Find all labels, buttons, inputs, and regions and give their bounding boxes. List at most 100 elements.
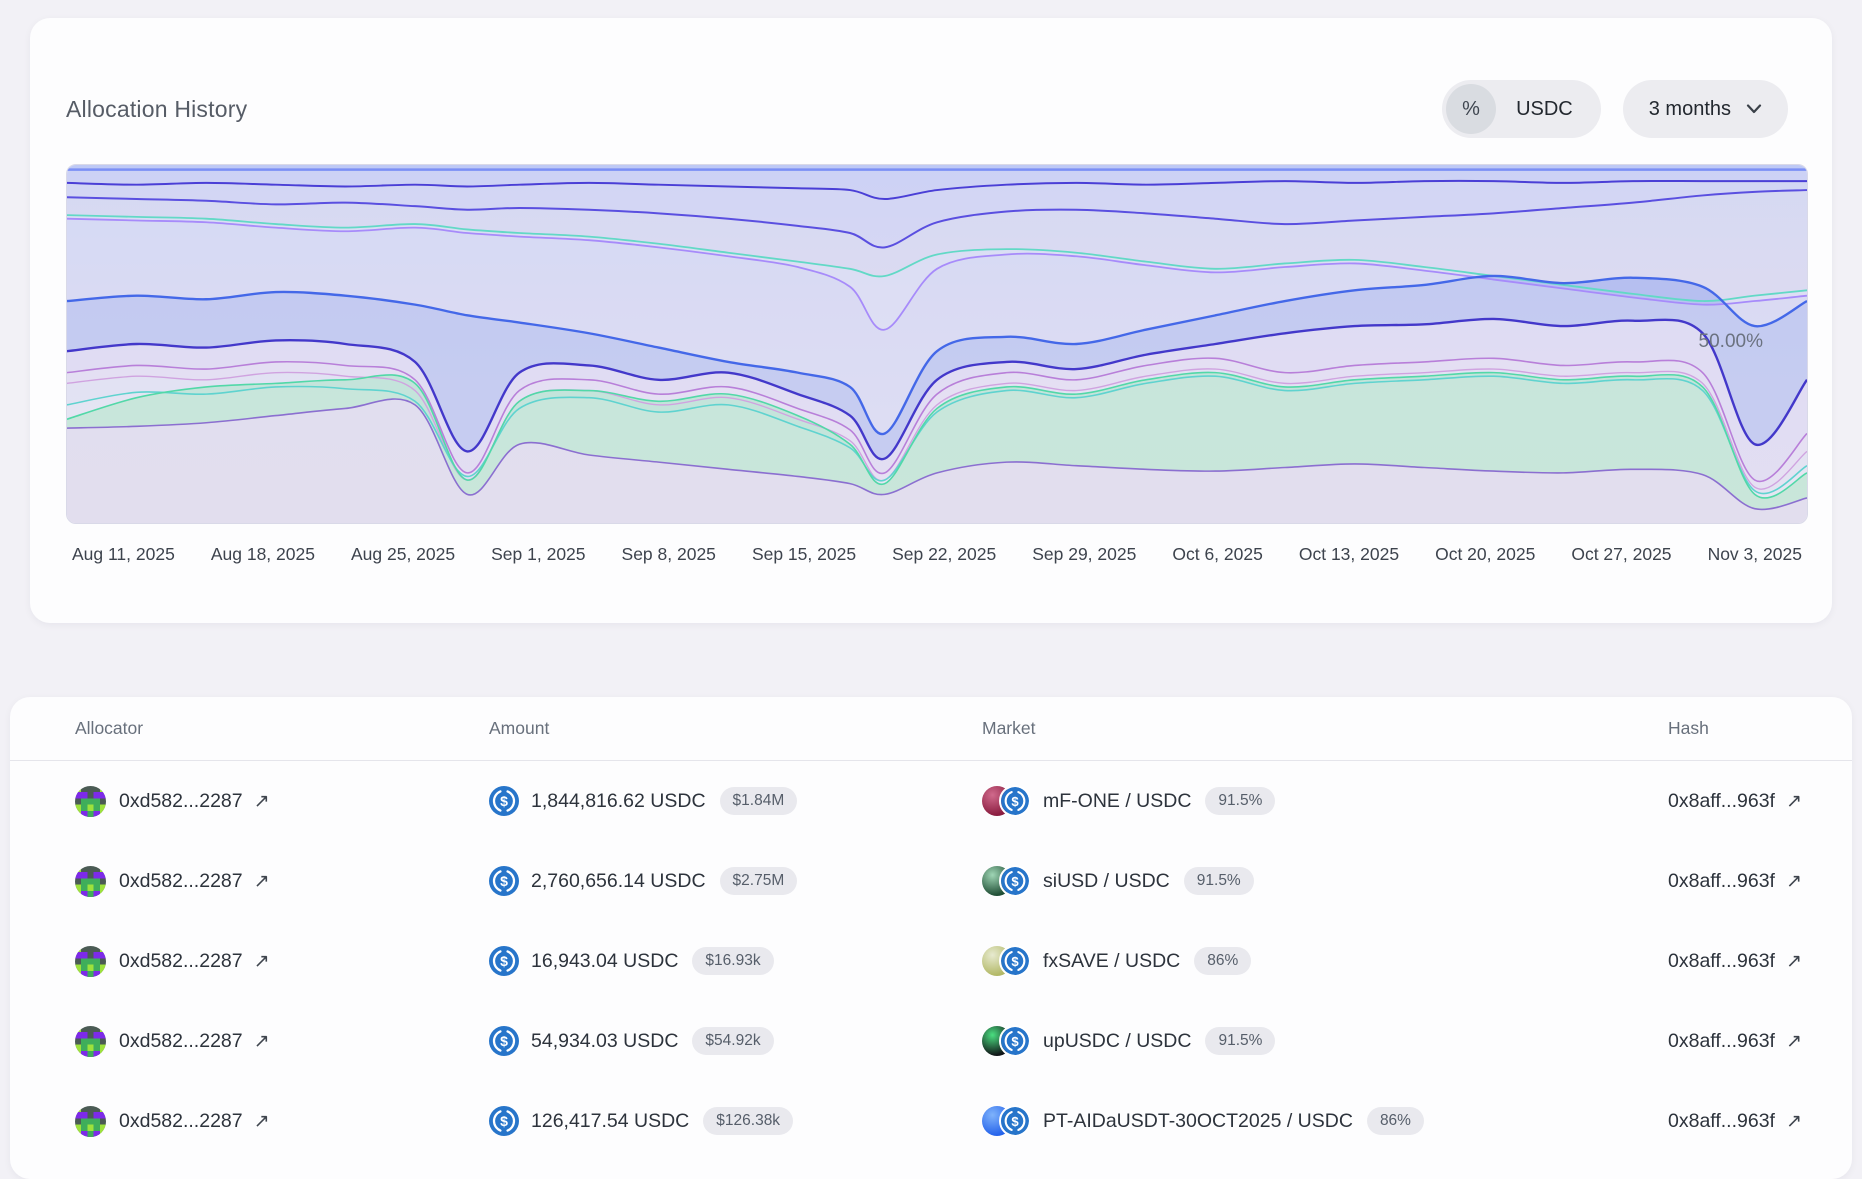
stream-chart-canvas xyxy=(67,165,1807,523)
x-axis-tick: Nov 3, 2025 xyxy=(1708,544,1802,565)
amount-usd-badge: $2.75M xyxy=(720,867,798,895)
column-header-market: Market xyxy=(982,718,1668,739)
usdc-icon: $ xyxy=(999,865,1031,897)
market-allocation-badge: 86% xyxy=(1194,947,1251,975)
allocator-link[interactable]: 0xd582...2287 ↗ xyxy=(119,1110,270,1133)
external-link-icon: ↗ xyxy=(254,790,270,813)
amount-value: 2,760,656.14 USDC xyxy=(531,870,706,893)
market-allocation-badge: 86% xyxy=(1367,1107,1424,1135)
external-link-icon: ↗ xyxy=(254,950,270,973)
amount-usd-badge: $126.38k xyxy=(703,1107,793,1135)
svg-text:$: $ xyxy=(1011,794,1019,809)
usdc-icon: $ xyxy=(999,1025,1031,1057)
x-axis-tick: Oct 6, 2025 xyxy=(1172,544,1262,565)
hash-link[interactable]: 0x8aff...963f ↗ xyxy=(1668,950,1802,973)
amount-value: 1,844,816.62 USDC xyxy=(531,790,706,813)
svg-text:$: $ xyxy=(500,793,508,809)
allocations-table-card: Allocator Amount Market Hash 0xd582...22… xyxy=(10,697,1852,1179)
svg-text:$: $ xyxy=(500,1113,508,1129)
allocator-address: 0xd582...2287 xyxy=(119,1110,243,1133)
x-axis-tick: Sep 8, 2025 xyxy=(622,544,716,565)
svg-text:$: $ xyxy=(1011,954,1019,969)
market-icon-pair: $ xyxy=(982,945,1031,977)
allocation-stream-chart[interactable]: 50.00% xyxy=(66,164,1808,524)
svg-text:$: $ xyxy=(1011,1114,1019,1129)
hash-value: 0x8aff...963f xyxy=(1668,1110,1775,1133)
x-axis-tick: Sep 29, 2025 xyxy=(1032,544,1136,565)
allocator-avatar xyxy=(75,946,106,977)
x-axis-tick: Aug 11, 2025 xyxy=(72,544,175,565)
x-axis-tick: Oct 20, 2025 xyxy=(1435,544,1535,565)
allocator-link[interactable]: 0xd582...2287 ↗ xyxy=(119,1030,270,1053)
x-axis-tick: Sep 1, 2025 xyxy=(491,544,585,565)
market-icon-pair: $ xyxy=(982,1105,1031,1137)
card-title: Allocation History xyxy=(66,96,247,123)
external-link-icon: ↗ xyxy=(1786,950,1802,973)
table-row: 0xd582...2287 ↗ $ 16,943.04 USDC $16.93k xyxy=(10,921,1852,1001)
table-body: 0xd582...2287 ↗ $ 1,844,816.62 USDC $1.8… xyxy=(10,761,1852,1161)
hash-link[interactable]: 0x8aff...963f ↗ xyxy=(1668,1110,1802,1133)
market-name: PT-AIDaUSDT-30OCT2025 / USDC xyxy=(1043,1110,1353,1133)
x-axis-tick: Oct 13, 2025 xyxy=(1299,544,1399,565)
table-row: 0xd582...2287 ↗ $ 2,760,656.14 USDC $2.7… xyxy=(10,841,1852,921)
svg-text:$: $ xyxy=(500,953,508,969)
table-row: 0xd582...2287 ↗ $ 1,844,816.62 USDC $1.8… xyxy=(10,761,1852,841)
svg-text:$: $ xyxy=(1011,1034,1019,1049)
market-name: fxSAVE / USDC xyxy=(1043,950,1180,973)
external-link-icon: ↗ xyxy=(1786,790,1802,813)
allocator-address: 0xd582...2287 xyxy=(119,790,243,813)
usdc-icon: $ xyxy=(489,866,519,896)
allocator-avatar xyxy=(75,1106,106,1137)
usdc-icon: $ xyxy=(999,945,1031,977)
hash-value: 0x8aff...963f xyxy=(1668,790,1775,813)
market-allocation-badge: 91.5% xyxy=(1205,787,1275,815)
allocator-avatar xyxy=(75,786,106,817)
hash-link[interactable]: 0x8aff...963f ↗ xyxy=(1668,870,1802,893)
time-range-dropdown[interactable]: 3 months xyxy=(1623,80,1788,138)
svg-text:$: $ xyxy=(1011,874,1019,889)
svg-text:$: $ xyxy=(500,1033,508,1049)
allocator-address: 0xd582...2287 xyxy=(119,1030,243,1053)
fifty-percent-gridline-label: 50.00% xyxy=(1699,331,1763,353)
external-link-icon: ↗ xyxy=(1786,1030,1802,1053)
time-range-value: 3 months xyxy=(1649,98,1731,121)
unit-toggle[interactable]: % USDC xyxy=(1442,80,1601,138)
percent-icon: % xyxy=(1462,98,1480,121)
amount-value: 126,417.54 USDC xyxy=(531,1110,689,1133)
x-axis-tick: Sep 22, 2025 xyxy=(892,544,996,565)
usdc-toggle-option[interactable]: USDC xyxy=(1516,98,1573,121)
amount-value: 16,943.04 USDC xyxy=(531,950,678,973)
table-row: 0xd582...2287 ↗ $ 54,934.03 USDC $54.92k xyxy=(10,1001,1852,1081)
amount-usd-badge: $16.93k xyxy=(692,947,773,975)
amount-usd-badge: $54.92k xyxy=(692,1027,773,1055)
market-name: siUSD / USDC xyxy=(1043,870,1170,893)
external-link-icon: ↗ xyxy=(1786,1110,1802,1133)
table-header-row: Allocator Amount Market Hash xyxy=(10,697,1852,761)
allocator-link[interactable]: 0xd582...2287 ↗ xyxy=(119,950,270,973)
amount-value: 54,934.03 USDC xyxy=(531,1030,678,1053)
market-allocation-badge: 91.5% xyxy=(1205,1027,1275,1055)
usdc-icon: $ xyxy=(489,946,519,976)
hash-value: 0x8aff...963f xyxy=(1668,870,1775,893)
table-row: 0xd582...2287 ↗ $ 126,417.54 USDC $126.3… xyxy=(10,1081,1852,1161)
hash-link[interactable]: 0x8aff...963f ↗ xyxy=(1668,790,1802,813)
percent-toggle-option[interactable]: % xyxy=(1446,84,1496,134)
allocator-avatar xyxy=(75,866,106,897)
allocation-history-card: Allocation History % USDC 3 months xyxy=(30,18,1832,623)
x-axis-labels: Aug 11, 2025 Aug 18, 2025 Aug 25, 2025 Sep … xyxy=(66,544,1808,565)
column-header-allocator: Allocator xyxy=(75,718,489,739)
allocator-address: 0xd582...2287 xyxy=(119,950,243,973)
x-axis-tick: Aug 25, 2025 xyxy=(351,544,455,565)
allocator-link[interactable]: 0xd582...2287 ↗ xyxy=(119,790,270,813)
market-allocation-badge: 91.5% xyxy=(1184,867,1254,895)
chevron-down-icon xyxy=(1746,104,1762,114)
market-icon-pair: $ xyxy=(982,1025,1031,1057)
hash-link[interactable]: 0x8aff...963f ↗ xyxy=(1668,1030,1802,1053)
x-axis-tick: Sep 15, 2025 xyxy=(752,544,856,565)
column-header-amount: Amount xyxy=(489,718,982,739)
usdc-icon: $ xyxy=(489,786,519,816)
allocator-link[interactable]: 0xd582...2287 ↗ xyxy=(119,870,270,893)
external-link-icon: ↗ xyxy=(1786,870,1802,893)
x-axis-tick: Aug 18, 2025 xyxy=(211,544,315,565)
usdc-icon: $ xyxy=(489,1026,519,1056)
